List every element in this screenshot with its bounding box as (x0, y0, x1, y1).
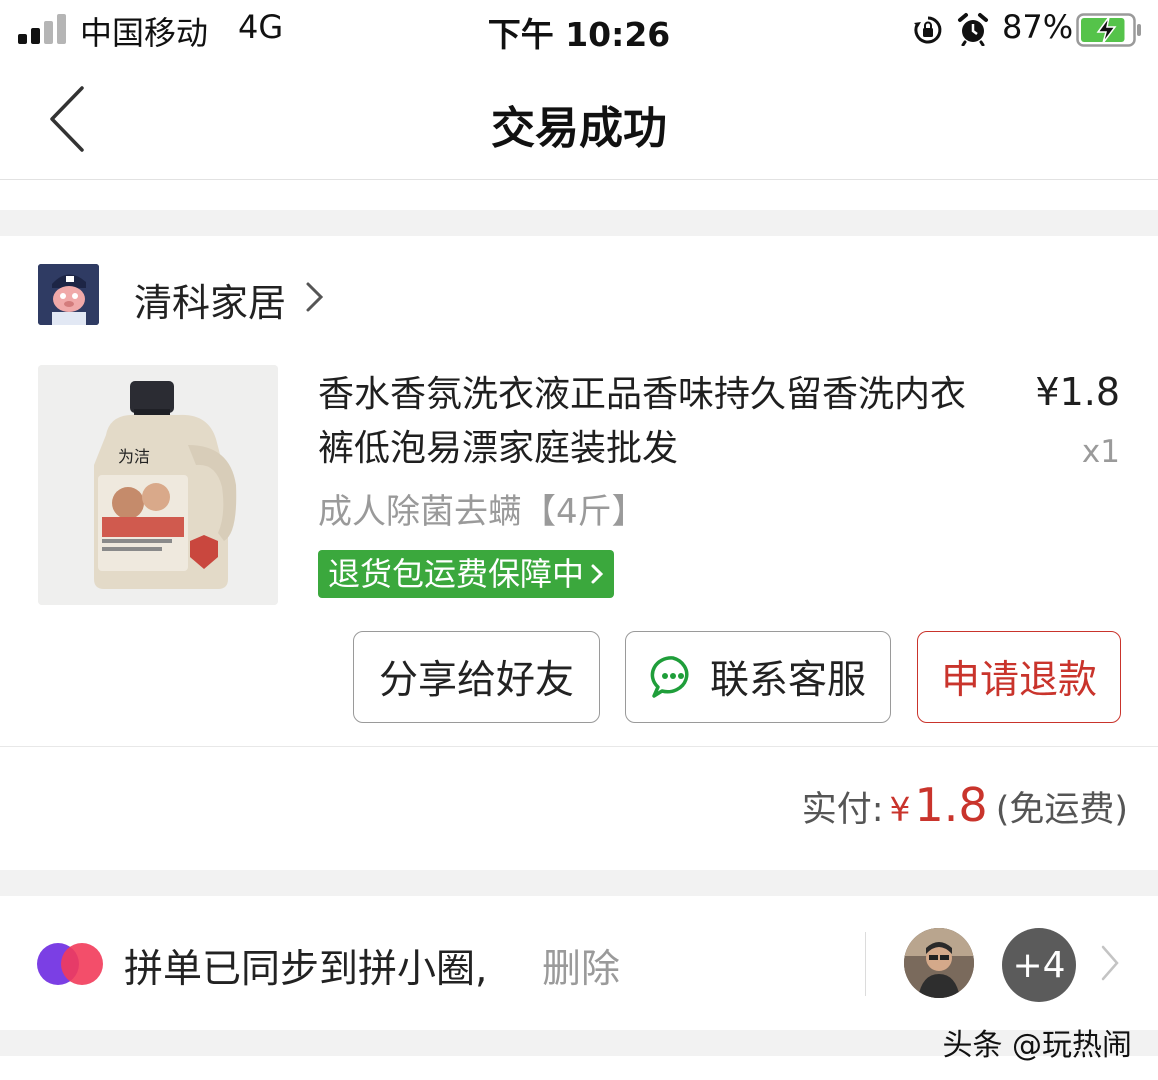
contact-service-label: 联系客服 (709, 658, 866, 703)
vertical-divider (865, 932, 866, 996)
alarm-icon (958, 13, 988, 46)
guarantee-label: 退货包运费保障中 (328, 555, 585, 593)
product-spec: 成人除菌去螨【4斤】 (318, 492, 646, 532)
page-title: 交易成功 (491, 103, 667, 154)
product-price: ¥1.8 (1035, 370, 1120, 414)
share-button[interactable]: 分享给好友 (353, 631, 600, 723)
shop-avatar[interactable] (38, 264, 99, 325)
product-title[interactable]: 香水香氛洗衣液正品香味持久留香洗内衣裤低泡易漂家庭装批发 (318, 368, 998, 476)
shipping-note: (免运费) (995, 790, 1128, 830)
section-gap (0, 210, 1158, 236)
battery-charging-icon (1076, 13, 1141, 47)
share-button-label: 分享给好友 (378, 658, 574, 703)
total-currency: ¥ (889, 790, 911, 829)
sync-message: 拼单已同步到拼小圈, (124, 947, 488, 992)
total-amount: 1.8 (914, 778, 988, 832)
divider (0, 746, 1158, 747)
watermark: 头条 @玩热闹 (942, 1028, 1132, 1063)
shop-row[interactable]: 清科家居 (0, 236, 1158, 346)
total-label: 实付: (801, 790, 884, 830)
shop-name[interactable]: 清科家居 (134, 272, 286, 327)
section-gap (0, 870, 1158, 896)
total-paid: 实付: ¥ 1.8 (免运费) (802, 778, 1128, 838)
chevron-right-icon[interactable] (1100, 944, 1120, 982)
refund-button[interactable]: 申请退款 (917, 631, 1121, 723)
delete-link[interactable]: 删除 (542, 938, 620, 994)
chevron-right-icon (591, 564, 604, 584)
svg-text:为洁: 为洁 (118, 447, 150, 466)
product-quantity: x1 (1081, 434, 1120, 470)
member-avatar[interactable] (904, 928, 974, 998)
battery-percent: 87% (1002, 8, 1074, 46)
refund-button-label: 申请退款 (940, 658, 1097, 703)
status-bar: 中国移动 4G 下午 10:26 87% (0, 0, 1158, 60)
extra-members-count[interactable]: +4 (1002, 928, 1076, 1002)
product-image[interactable]: 为洁 (38, 365, 278, 605)
shipping-guarantee-badge[interactable]: 退货包运费保障中 (318, 550, 615, 598)
chat-bubble-icon (650, 656, 689, 698)
chevron-right-icon[interactable] (304, 280, 326, 314)
contact-service-button[interactable]: 联系客服 (625, 631, 891, 723)
pinxiaoquan-logo-icon (37, 943, 103, 985)
nav-bar: 交易成功 (0, 62, 1158, 180)
orientation-lock-icon (914, 16, 942, 44)
